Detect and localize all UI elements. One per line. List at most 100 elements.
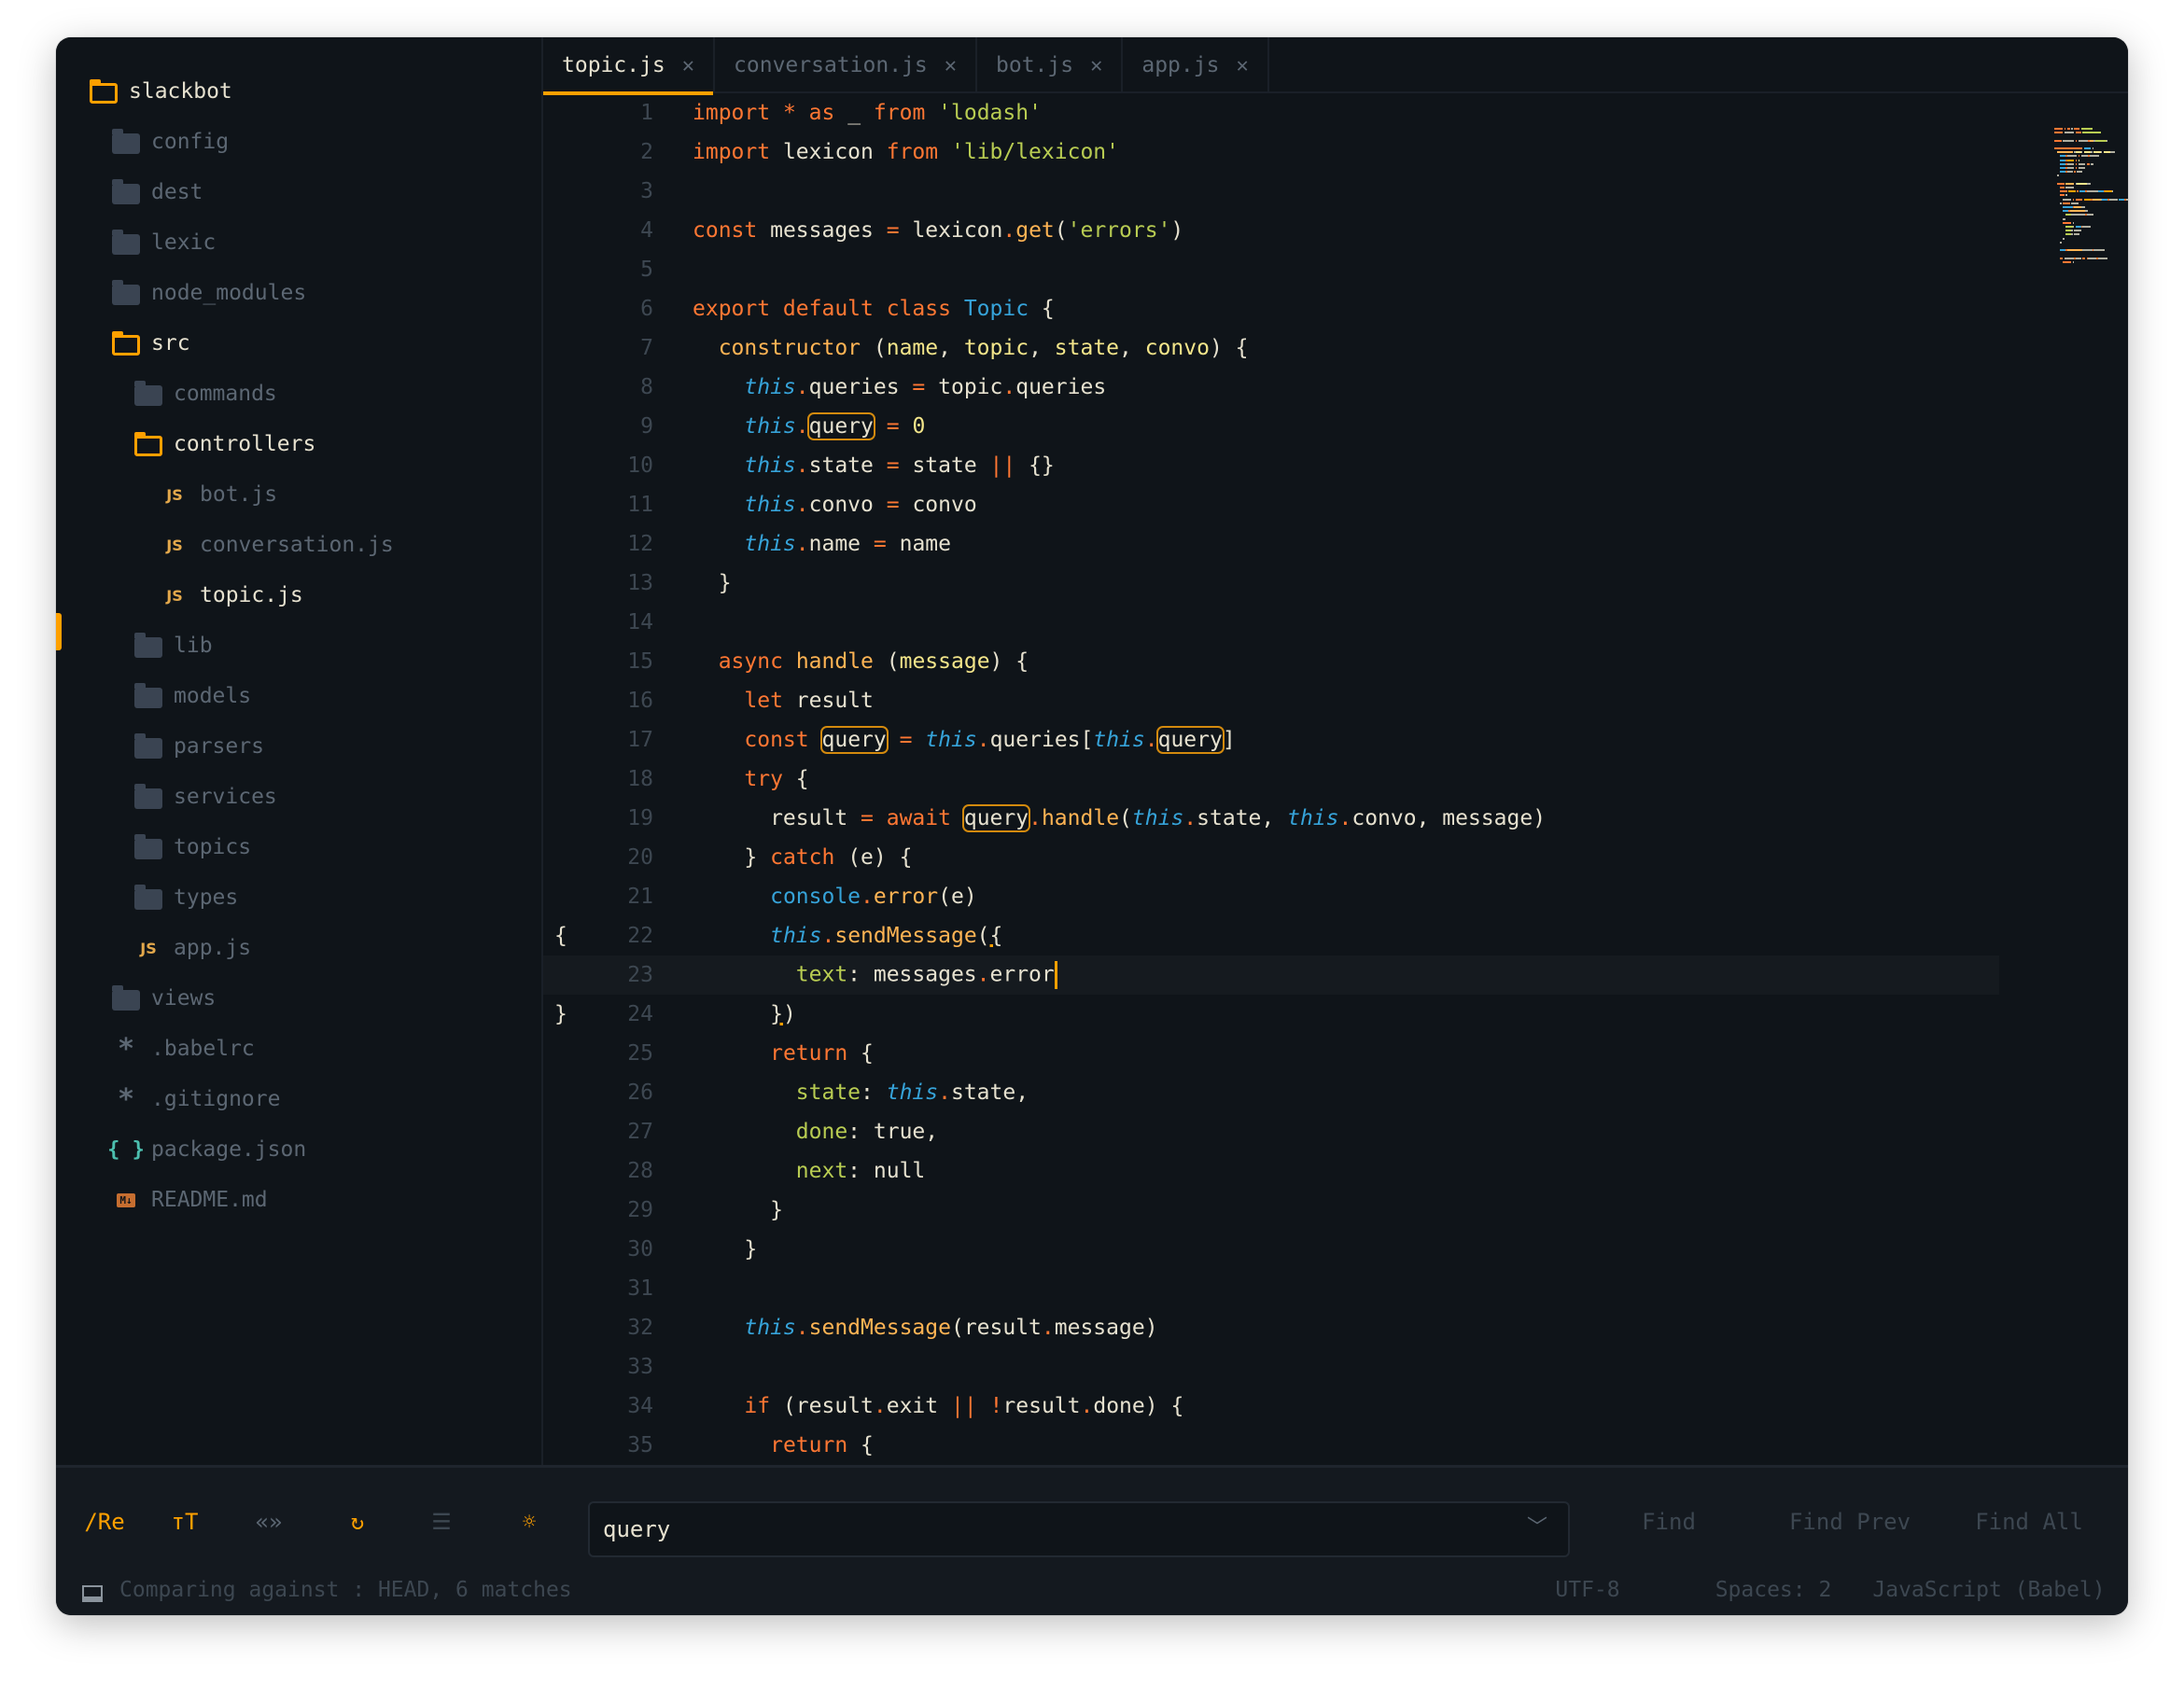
markdown-file-icon: M↓ xyxy=(110,1186,142,1214)
close-icon[interactable]: ✕ xyxy=(682,54,694,77)
code-token: sendMessage xyxy=(808,1316,951,1340)
code-token: 'errors' xyxy=(1067,218,1171,243)
minimap-mark xyxy=(2086,182,2091,185)
tab-app-js[interactable]: app.js ✕ xyxy=(1123,37,1269,93)
code-token: done) { xyxy=(1093,1394,1184,1418)
tree-item-types[interactable]: types xyxy=(56,872,541,923)
tree-item-parsers[interactable]: parsers xyxy=(56,721,541,772)
tree-item--gitignore[interactable]: * .gitignore xyxy=(56,1074,541,1124)
tree-item-lexic[interactable]: lexic xyxy=(56,217,541,268)
minimap-mark xyxy=(2060,257,2063,259)
search-match: query xyxy=(1155,726,1225,754)
code-token: name xyxy=(808,532,874,556)
code-line: 31 xyxy=(543,1269,693,1308)
code-line: 9 this.query = 0 xyxy=(543,407,925,446)
tree-item-commands[interactable]: commands xyxy=(56,369,541,419)
find-prev-button[interactable]: Find Prev xyxy=(1789,1509,1911,1535)
code-token: message xyxy=(899,649,990,674)
minimap-mark xyxy=(2088,257,2096,259)
code-line: 8 this.queries = topic.queries xyxy=(543,368,1106,407)
indentation-status[interactable]: Spaces: 2 xyxy=(1715,1578,1832,1602)
minimap-mark xyxy=(2072,198,2074,201)
encoding-status[interactable]: UTF-8 xyxy=(1555,1578,1619,1602)
tree-item-node-modules[interactable]: node_modules xyxy=(56,268,541,318)
tree-item-dest[interactable]: dest xyxy=(56,167,541,217)
tree-item-label: lexic xyxy=(151,230,217,255)
code-token: return xyxy=(770,1041,848,1066)
wrap-around-toggle[interactable]: ↻ xyxy=(351,1503,364,1541)
minimap-mark xyxy=(2065,187,2074,188)
code-editor[interactable]: 1 import * as _ from 'lodash' 2 import lexi… xyxy=(543,93,2128,1465)
code-token: result xyxy=(782,689,874,713)
case-sensitive-toggle[interactable]: тT xyxy=(172,1503,199,1541)
code-token: state xyxy=(808,453,887,478)
code-token: . xyxy=(821,924,835,948)
in-selection-toggle[interactable]: ☰ xyxy=(431,1503,452,1541)
tree-item-services[interactable]: services xyxy=(56,772,541,822)
line-number: 1 xyxy=(640,101,653,125)
code-token: : xyxy=(847,1120,874,1144)
tree-item-slackbot[interactable]: slackbot xyxy=(56,66,541,117)
tree-item-app-js[interactable]: JS app.js xyxy=(56,923,541,973)
tree-item-controllers[interactable]: controllers xyxy=(56,419,541,469)
tree-item-config[interactable]: config xyxy=(56,117,541,167)
tree-item-package-json[interactable]: { } package.json xyxy=(56,1124,541,1175)
highlight-matches-toggle[interactable]: ☼ xyxy=(523,1503,536,1541)
tree-item-lib[interactable]: lib xyxy=(56,620,541,671)
tree-item-topic-js[interactable]: JS topic.js xyxy=(56,570,541,620)
minimap-mark xyxy=(2083,198,2091,201)
whole-word-toggle[interactable]: «» xyxy=(256,1503,283,1541)
line-number: 8 xyxy=(640,375,653,399)
minimap-mark xyxy=(2082,226,2091,228)
code-line: 24} }) xyxy=(543,995,796,1034)
code-token: import xyxy=(693,101,771,125)
find-input[interactable] xyxy=(588,1501,1570,1557)
tab-topic-js[interactable]: topic.js ✕ xyxy=(543,37,716,95)
code-token: queries[ xyxy=(989,728,1094,752)
code-text: result = await query.handle(this.state, … xyxy=(693,804,1546,832)
code-token: } xyxy=(693,845,771,870)
minimap-mark xyxy=(2075,132,2081,134)
code-line: 4 const messages = lexicon.get('errors') xyxy=(543,211,1183,250)
code-token: 0 xyxy=(912,414,926,439)
code-token: exit xyxy=(886,1394,951,1418)
find-button[interactable]: Find xyxy=(1642,1509,1696,1535)
tree-item-bot-js[interactable]: JS bot.js xyxy=(56,469,541,520)
close-icon[interactable]: ✕ xyxy=(1090,54,1102,77)
folder-icon xyxy=(133,884,164,912)
close-icon[interactable]: ✕ xyxy=(945,54,957,77)
tab-bot-js[interactable]: bot.js ✕ xyxy=(977,37,1124,93)
folder-icon xyxy=(133,380,164,408)
minimap[interactable] xyxy=(2054,128,2128,370)
line-number: 13 xyxy=(627,571,653,595)
code-text: done: true, xyxy=(693,1120,938,1144)
find-history-chevron-icon[interactable]: ﹀ xyxy=(1527,1511,1547,1541)
code-token: state xyxy=(795,1081,861,1105)
tree-item-conversation-js[interactable]: JS conversation.js xyxy=(56,520,541,570)
find-all-button[interactable]: Find All xyxy=(1975,1509,2083,1535)
panel-toggle-icon[interactable] xyxy=(82,1585,103,1602)
tree-item--babelrc[interactable]: * .babelrc xyxy=(56,1024,541,1074)
line-number: 2 xyxy=(640,140,653,164)
regex-toggle[interactable]: /Re xyxy=(84,1503,124,1541)
tree-item-src[interactable]: src xyxy=(56,318,541,369)
line-number: 21 xyxy=(627,885,653,909)
tree-item-views[interactable]: views xyxy=(56,973,541,1024)
code-token: true xyxy=(873,1120,926,1144)
syntax-status[interactable]: JavaScript (Babel) xyxy=(1872,1578,2105,1602)
folder-icon xyxy=(110,229,142,257)
tree-item-readme-md[interactable]: M↓ README.md xyxy=(56,1175,541,1225)
code-token: get xyxy=(1015,218,1055,243)
tree-item-models[interactable]: models xyxy=(56,671,541,721)
tab-conversation-js[interactable]: conversation.js ✕ xyxy=(715,37,977,93)
config-file-icon: * xyxy=(117,1082,135,1116)
close-icon[interactable]: ✕ xyxy=(1236,54,1248,77)
code-token: from xyxy=(873,101,926,125)
tree-item-topics[interactable]: topics xyxy=(56,822,541,872)
minimap-mark xyxy=(2077,171,2082,174)
